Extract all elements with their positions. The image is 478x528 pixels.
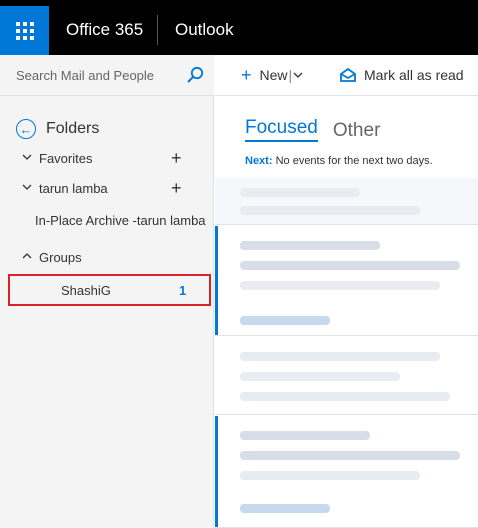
waffle-icon [15, 21, 34, 40]
search-icon[interactable] [186, 66, 204, 84]
folder-pane: Search Mail and People ← Folders Favorit… [0, 55, 214, 528]
next-events-text: No events for the next two days. [275, 155, 433, 167]
search-box[interactable]: Search Mail and People [0, 55, 214, 96]
search-input[interactable]: Search Mail and People [16, 68, 154, 83]
folders-title: Folders [46, 120, 100, 137]
next-events-line: Next: No events for the next two days. [245, 155, 433, 167]
add-favorite-button[interactable]: + [171, 149, 182, 167]
folder-label: Favorites [39, 151, 93, 166]
group-item-shashig[interactable]: ShashiG 1 [8, 274, 211, 306]
plus-icon: + [241, 65, 252, 85]
next-label: Next: [245, 155, 273, 167]
chevron-down-icon[interactable] [22, 152, 32, 162]
folder-favorites[interactable]: Favorites + [0, 146, 214, 172]
folders-header[interactable]: ← Folders [16, 119, 99, 139]
message-item[interactable] [215, 337, 478, 415]
message-item[interactable] [215, 178, 478, 225]
message-item[interactable] [215, 416, 478, 528]
chevron-up-icon[interactable] [22, 251, 32, 261]
mark-all-read-button[interactable]: Mark all as read [340, 67, 464, 83]
unread-count-badge: 1 [179, 283, 187, 298]
folder-archive[interactable]: In-Place Archive -tarun lamba [35, 213, 214, 228]
inbox-tabs: Focused Other [245, 117, 380, 142]
message-item[interactable] [215, 226, 478, 336]
group-label: ShashiG [61, 283, 111, 298]
app-title[interactable]: Outlook [175, 20, 234, 40]
tab-other[interactable]: Other [333, 120, 381, 142]
new-label: New [259, 67, 288, 83]
top-bar: Office 365 Outlook [0, 0, 478, 55]
command-bar: + New | Mark all as read [215, 55, 478, 96]
back-arrow-icon[interactable]: ← [16, 119, 36, 139]
envelope-open-icon [340, 68, 356, 82]
chevron-down-icon[interactable] [293, 70, 303, 80]
tab-focused[interactable]: Focused [245, 117, 318, 142]
mark-all-label: Mark all as read [364, 67, 464, 83]
header-divider [157, 15, 158, 45]
chevron-down-icon[interactable] [22, 182, 32, 192]
new-button[interactable]: + New | [241, 65, 303, 85]
suite-title[interactable]: Office 365 [66, 20, 143, 40]
split-divider: | [288, 67, 293, 83]
app-launcher-button[interactable] [0, 6, 49, 55]
folder-label: tarun lamba [39, 181, 108, 196]
add-folder-button[interactable]: + [171, 179, 182, 197]
folder-groups[interactable]: Groups [0, 245, 214, 271]
folder-mailbox[interactable]: tarun lamba + [0, 176, 214, 202]
folder-label: Groups [39, 250, 82, 265]
